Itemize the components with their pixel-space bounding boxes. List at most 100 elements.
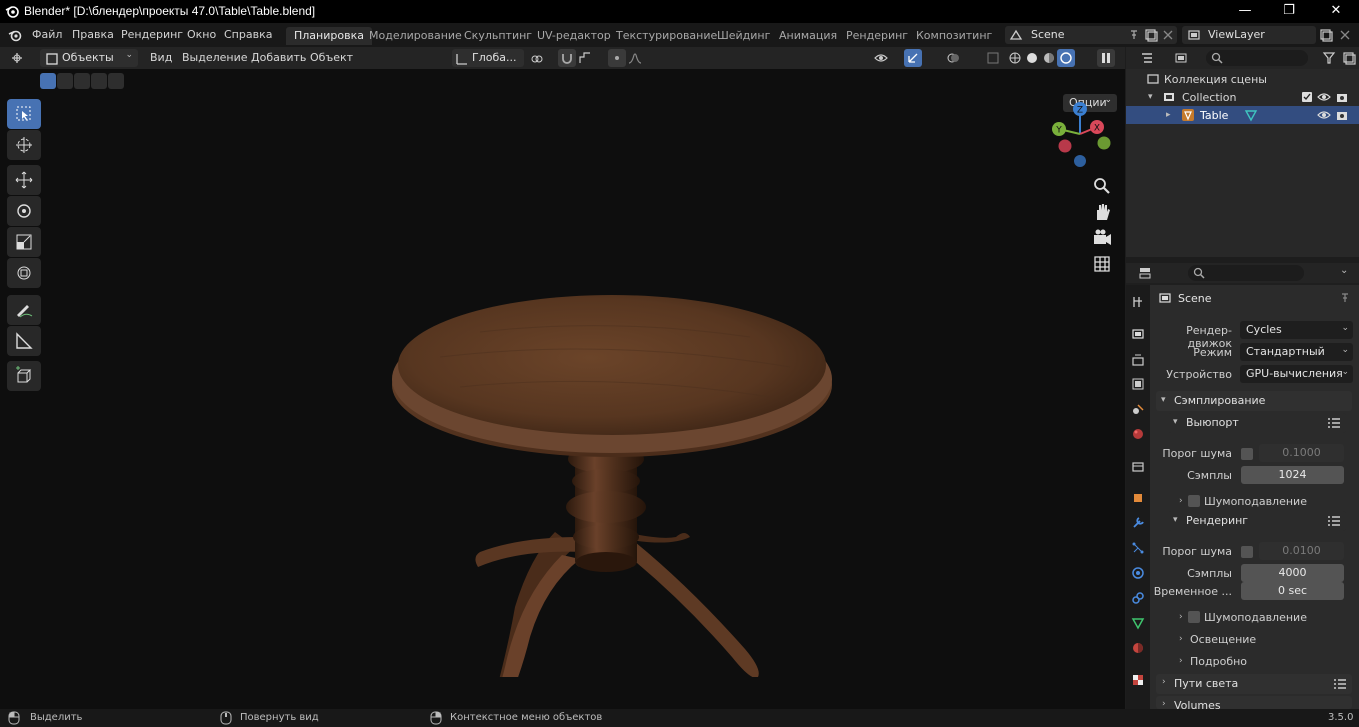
output-tab-icon[interactable]: [1131, 353, 1145, 367]
menu-render[interactable]: Рендеринг: [121, 28, 183, 41]
scene-tab-icon[interactable]: [1131, 402, 1145, 416]
eye-icon[interactable]: [1317, 108, 1331, 122]
visibility-icon[interactable]: [874, 51, 888, 65]
measure-tool[interactable]: [7, 326, 41, 356]
pivot-icon[interactable]: [530, 52, 544, 66]
physics-tab-icon[interactable]: [1131, 566, 1145, 580]
menu-view[interactable]: Вид: [150, 51, 172, 64]
navigation-gizmo[interactable]: Z X Y: [1045, 99, 1115, 169]
scale-tool[interactable]: [7, 227, 41, 257]
viewport-noise-threshold-field[interactable]: 0.1000: [1259, 444, 1344, 462]
expand-right-icon[interactable]: ›: [1179, 612, 1183, 622]
texture-tab-icon[interactable]: [1131, 673, 1145, 687]
outliner-row-table[interactable]: ▸ Table: [1126, 106, 1359, 124]
menu-add[interactable]: Добавить: [251, 51, 306, 64]
select-box-tool[interactable]: [7, 99, 41, 129]
add-cube-tool[interactable]: [7, 361, 41, 391]
maximize-button[interactable]: ❐: [1266, 0, 1312, 23]
tab-modeling[interactable]: Моделирование: [361, 27, 470, 45]
overlay-icon[interactable]: [946, 51, 960, 65]
view-layer-selector[interactable]: ViewLayer: [1182, 26, 1316, 44]
falloff-icon[interactable]: [628, 51, 642, 65]
xray-icon[interactable]: [986, 51, 1000, 65]
menu-file[interactable]: Файл: [32, 28, 62, 41]
material-shading-icon[interactable]: [1042, 51, 1056, 65]
neg-z-axis-handle[interactable]: [1074, 155, 1086, 167]
preset-list-icon[interactable]: [1328, 516, 1340, 526]
viewport-noise-threshold-checkbox[interactable]: [1241, 448, 1253, 460]
pan-hand-icon[interactable]: [1090, 200, 1114, 224]
material-tab-icon[interactable]: [1131, 641, 1145, 655]
tab-compositing[interactable]: Композитинг: [908, 27, 1000, 45]
eye-icon[interactable]: [1317, 90, 1331, 104]
transform-tool[interactable]: [7, 258, 41, 288]
tab-layout[interactable]: Планировка: [286, 27, 372, 45]
light-paths-panel-header[interactable]: › Пути света: [1156, 674, 1352, 694]
constraints-tab-icon[interactable]: [1131, 591, 1145, 605]
preset-list-icon[interactable]: [1334, 679, 1346, 689]
viewport-samples-field[interactable]: 1024: [1241, 466, 1344, 484]
new-view-layer-icon[interactable]: [1319, 28, 1333, 42]
camera-icon[interactable]: [1335, 90, 1349, 104]
neg-x-axis-handle[interactable]: [1058, 139, 1072, 153]
exclude-checkbox-icon[interactable]: [1300, 90, 1314, 104]
expand-right-icon[interactable]: ›: [1179, 656, 1183, 666]
new-scene-icon[interactable]: [1144, 28, 1158, 42]
properties-editor[interactable]: ⌄ Scene Рендер-движок Cycles ⌄ Режим Стан…: [1126, 263, 1359, 709]
cursor-tool[interactable]: [7, 130, 41, 160]
pin-icon[interactable]: [1127, 28, 1141, 42]
neg-y-axis-handle[interactable]: [1097, 136, 1111, 150]
move-tool[interactable]: [7, 165, 41, 195]
camera-icon[interactable]: [1335, 108, 1349, 122]
pin-icon[interactable]: [1338, 291, 1352, 305]
expand-down-icon[interactable]: ▾: [1148, 92, 1153, 102]
viewport-subpanel-header[interactable]: ▾ Выюпорт: [1168, 413, 1346, 433]
outliner[interactable]: Коллекция сцены ▾ Collection ▸ Table: [1126, 47, 1359, 257]
tab-texture-paint[interactable]: Текстурирование: [608, 27, 725, 45]
select-new-button[interactable]: [40, 73, 56, 89]
expand-right-icon[interactable]: ▸: [1166, 110, 1171, 120]
volumes-panel-header[interactable]: › Volumes: [1156, 696, 1352, 709]
tab-animation[interactable]: Анимация: [771, 27, 845, 45]
tab-shading[interactable]: Шейдинг: [709, 27, 778, 45]
menu-select[interactable]: Выделение: [182, 51, 248, 64]
select-invert-button[interactable]: [91, 73, 107, 89]
menu-help[interactable]: Справка: [224, 28, 272, 41]
close-button[interactable]: ✕: [1313, 0, 1359, 23]
render-mode-dropdown[interactable]: Стандартный ⌄: [1240, 343, 1353, 361]
tab-uv-editing[interactable]: UV-редактор: [529, 27, 619, 45]
lighting-subpanel-label[interactable]: Освещение: [1190, 633, 1256, 646]
new-collection-icon[interactable]: [1342, 51, 1356, 65]
mesh-data-icon[interactable]: [1244, 108, 1258, 122]
blender-menu-icon[interactable]: [8, 28, 22, 42]
delete-view-layer-icon[interactable]: [1338, 28, 1352, 42]
editor-type-icon[interactable]: [10, 51, 24, 65]
view-layer-tab-icon[interactable]: [1131, 377, 1145, 391]
outliner-row-collection[interactable]: ▾ Collection: [1126, 88, 1359, 106]
outliner-editor-icon[interactable]: [1140, 51, 1154, 65]
solid-shading-icon[interactable]: [1025, 51, 1039, 65]
object-tab-icon[interactable]: [1131, 491, 1145, 505]
tab-rendering[interactable]: Рендеринг: [838, 27, 916, 45]
menu-window[interactable]: Окно: [187, 28, 216, 41]
minimize-button[interactable]: —: [1222, 0, 1268, 23]
select-intersect-button[interactable]: [108, 73, 124, 89]
render-denoise-checkbox[interactable]: [1188, 611, 1200, 623]
select-subtract-button[interactable]: [74, 73, 90, 89]
delete-scene-icon[interactable]: [1161, 28, 1175, 42]
tool-tab-icon[interactable]: [1131, 295, 1145, 309]
render-noise-threshold-field[interactable]: 0.0100: [1259, 542, 1344, 560]
snap-increment-icon[interactable]: [578, 51, 592, 65]
orthographic-toggle-icon[interactable]: [1090, 252, 1114, 276]
rotate-tool[interactable]: [7, 196, 41, 226]
chevron-down-icon[interactable]: ⌄: [1340, 265, 1348, 276]
outliner-row-scene-collection[interactable]: Коллекция сцены: [1126, 70, 1359, 88]
render-engine-dropdown[interactable]: Cycles ⌄: [1240, 321, 1353, 339]
data-tab-icon[interactable]: [1131, 616, 1145, 630]
render-tab-icon[interactable]: [1131, 327, 1145, 341]
collection-tab-icon[interactable]: [1131, 460, 1145, 474]
time-limit-field[interactable]: 0 sec: [1241, 582, 1344, 600]
render-noise-threshold-checkbox[interactable]: [1241, 546, 1253, 558]
3d-viewport[interactable]: Объекты ⌄ Вид Выделение Добавить Объект …: [0, 47, 1125, 709]
render-subpanel-header[interactable]: ▾ Рендеринг: [1168, 511, 1346, 531]
